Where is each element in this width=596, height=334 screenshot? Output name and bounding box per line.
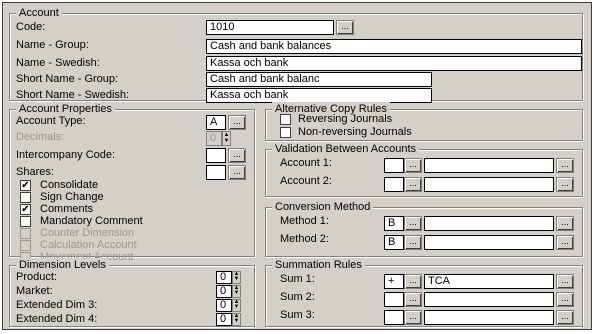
method2-description-field <box>424 235 554 250</box>
account1-prefix-lookup-button[interactable]: ... <box>404 158 422 173</box>
name-swedish-label: Name - Swedish: <box>16 57 100 69</box>
sum1-label: Sum 1: <box>280 273 315 285</box>
code-label: Code: <box>16 21 46 33</box>
account-properties-group: Account Properties Account Type: A ... D… <box>9 102 255 263</box>
dimension-level-field[interactable]: 0 <box>216 299 232 312</box>
account1-lookup-button[interactable]: ... <box>556 158 574 173</box>
intercompany-code-label: Intercompany Code: <box>16 149 116 161</box>
sum2-sign-lookup-button[interactable]: ... <box>404 292 422 307</box>
sum3-sign-field[interactable] <box>384 310 404 325</box>
sum1-sign-lookup-button[interactable]: ... <box>404 274 422 289</box>
spin-down-icon: ▼ <box>223 138 230 144</box>
method1-field[interactable]: B <box>384 216 404 231</box>
sum3-lookup-button[interactable]: ... <box>556 310 574 325</box>
account2-prefix-field[interactable] <box>384 177 404 192</box>
copy-rule-checkbox[interactable] <box>280 127 291 138</box>
spin-down-icon[interactable]: ▼ <box>233 318 240 324</box>
dimension-level-field[interactable]: 0 <box>216 285 232 298</box>
dimension-level-label: Product: <box>16 271 57 283</box>
sum2-label: Sum 2: <box>280 291 315 303</box>
conversion-method-group: Conversion Method Method 1: B ... ... Me… <box>265 200 583 257</box>
dimension-level-label: Extended Dim 3: <box>16 299 98 311</box>
summation-rules-legend: Summation Rules <box>272 258 365 272</box>
account2-prefix-lookup-button[interactable]: ... <box>404 177 422 192</box>
account1-field[interactable] <box>424 158 554 173</box>
account2-label: Account 2: <box>280 175 332 187</box>
name-group-field[interactable]: Cash and bank balances <box>206 39 582 54</box>
sum1-sign-field[interactable]: + <box>384 274 404 289</box>
method1-lookup-button[interactable]: ... <box>404 216 422 231</box>
conversion-method-legend: Conversion Method <box>272 200 374 214</box>
name-swedish-field[interactable]: Kassa och bank <box>206 56 582 71</box>
decimals-label: Decimals: <box>16 131 65 143</box>
account2-field[interactable] <box>424 177 554 192</box>
sum2-sign-field[interactable] <box>384 292 404 307</box>
short-name-swedish-field[interactable]: Kassa och bank <box>206 88 432 103</box>
sum1-field[interactable]: TCA <box>424 274 554 289</box>
method2-label: Method 2: <box>280 233 329 245</box>
sum2-field[interactable] <box>424 292 554 307</box>
method1-description-button[interactable]: ... <box>556 216 574 231</box>
method2-lookup-button[interactable]: ... <box>404 235 422 250</box>
account2-lookup-button[interactable]: ... <box>556 177 574 192</box>
account-type-lookup-button[interactable]: ... <box>228 115 246 130</box>
validation-group: Validation Between Accounts Account 1: .… <box>265 142 583 197</box>
account-form-window: Account Code: 1010 ... Name - Group: Cas… <box>2 2 592 330</box>
method2-description-button[interactable]: ... <box>556 235 574 250</box>
dimension-level-field[interactable]: 0 <box>216 271 232 284</box>
short-name-swedish-label: Short Name - Swedish: <box>16 89 130 101</box>
code-lookup-button[interactable]: ... <box>336 20 354 35</box>
shares-field[interactable] <box>206 165 226 180</box>
intercompany-code-field[interactable] <box>206 148 226 163</box>
dimension-level-field[interactable]: 0 <box>216 313 232 326</box>
account1-prefix-field[interactable] <box>384 158 404 173</box>
property-checkbox[interactable]: ✔ <box>20 204 31 215</box>
shares-lookup-button[interactable]: ... <box>228 165 246 180</box>
code-field[interactable]: 1010 <box>206 20 334 35</box>
account-type-field[interactable]: A <box>206 115 226 130</box>
validation-legend: Validation Between Accounts <box>272 142 420 156</box>
intercompany-lookup-button[interactable]: ... <box>228 148 246 163</box>
short-name-group-label: Short Name - Group: <box>16 73 119 85</box>
dimension-level-spinner[interactable]: ▲ ▼ <box>232 285 241 298</box>
account-legend: Account <box>16 6 62 20</box>
sum3-field[interactable] <box>424 310 554 325</box>
property-checkbox[interactable] <box>20 216 31 227</box>
copy-rule-label: Non-reversing Journals <box>298 126 412 138</box>
dimension-level-label: Extended Dim 4: <box>16 313 98 325</box>
account-type-label: Account Type: <box>16 115 86 127</box>
dimension-level-spinner[interactable]: ▲ ▼ <box>232 313 241 326</box>
sum3-sign-lookup-button[interactable]: ... <box>404 310 422 325</box>
spin-down-icon[interactable]: ▼ <box>233 276 240 282</box>
sum2-lookup-button[interactable]: ... <box>556 292 574 307</box>
decimals-field: 0 <box>206 131 222 146</box>
summation-rules-group: Summation Rules Sum 1: + ... TCA ... Sum… <box>265 258 583 327</box>
copy-rule-label: Reversing Journals <box>298 113 393 125</box>
spin-down-icon[interactable]: ▼ <box>233 290 240 296</box>
name-group-label: Name - Group: <box>16 39 89 51</box>
dimension-levels-group: Dimension Levels Product: 0 ▲ ▼ Market: 0 ▲ ▼ Ex… <box>9 258 255 327</box>
decimals-spinner: ▲ ▼ <box>222 131 231 146</box>
sum1-lookup-button[interactable]: ... <box>556 274 574 289</box>
dimension-level-spinner[interactable]: ▲ ▼ <box>232 271 241 284</box>
property-checkbox[interactable]: ✔ <box>20 180 31 191</box>
alternative-copy-rules-group: Alternative Copy Rules Reversing Journal… <box>265 102 583 141</box>
copy-rule-checkbox[interactable] <box>280 114 291 125</box>
method2-field[interactable]: B <box>384 235 404 250</box>
method1-label: Method 1: <box>280 215 329 227</box>
property-checkbox <box>20 228 31 239</box>
account-group: Account Code: 1010 ... Name - Group: Cas… <box>9 6 583 103</box>
dimension-level-spinner[interactable]: ▲ ▼ <box>232 299 241 312</box>
method1-description-field <box>424 216 554 231</box>
sum3-label: Sum 3: <box>280 309 315 321</box>
short-name-group-field[interactable]: Cash and bank balanc <box>206 72 432 87</box>
account1-label: Account 1: <box>280 157 332 169</box>
dimension-level-label: Market: <box>16 285 53 297</box>
property-checkbox <box>20 240 31 251</box>
shares-label: Shares: <box>16 166 54 178</box>
property-checkbox[interactable] <box>20 192 31 203</box>
spin-down-icon[interactable]: ▼ <box>233 304 240 310</box>
